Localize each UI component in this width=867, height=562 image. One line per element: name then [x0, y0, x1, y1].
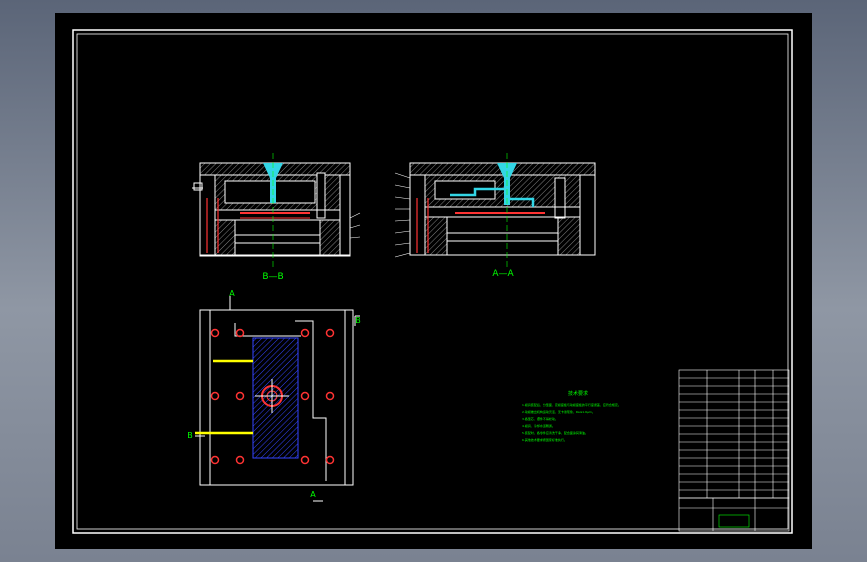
tech-req-line-3: 3.各型芯、镶件不得松动。	[522, 416, 558, 421]
section-bb-label: B—B	[262, 272, 283, 282]
mold-assembly-drawing: B—B A—A A A B B 技术要求 1.模具装配后，分型面、定模座板与动模…	[72, 29, 793, 534]
section-bb-view	[192, 153, 361, 268]
technical-requirements: 技术要求 1.模具装配后，分型面、定模座板与动模座板的平行度误差，应符合规定。 …	[522, 390, 621, 442]
title-block	[678, 497, 790, 532]
tech-req-title: 技术要求	[568, 390, 588, 397]
section-aa-view	[394, 153, 596, 268]
plan-marker-a-top: A	[229, 289, 235, 298]
plan-view	[195, 296, 360, 502]
plan-marker-b-left: B	[187, 431, 193, 440]
tech-req-line-6: 6.其他技术要求按国家标准执行。	[522, 437, 567, 442]
parts-list	[678, 369, 790, 499]
tech-req-line-1: 1.模具装配后，分型面、定模座板与动模座板的平行度误差，应符合规定。	[522, 402, 621, 407]
outer-frame	[72, 29, 793, 534]
tech-req-line-4: 4.模具、冷却水道畅通。	[522, 423, 555, 428]
tech-req-line-5: 5.装配时，各零件应清洗干净，配合面涂润滑油。	[522, 430, 588, 435]
plan-marker-a-bottom: A	[310, 490, 316, 499]
section-aa-label: A—A	[492, 269, 514, 279]
inner-frame	[76, 33, 789, 530]
drawing-sheet: B—B A—A A A B B 技术要求 1.模具装配后，分型面、定模座板与动模…	[55, 13, 812, 549]
tech-req-line-2: 2.动模推出机构运动灵活，无卡滞现象，Ra≤1.6μm。	[522, 409, 595, 414]
plan-marker-b-right: B	[355, 316, 361, 325]
